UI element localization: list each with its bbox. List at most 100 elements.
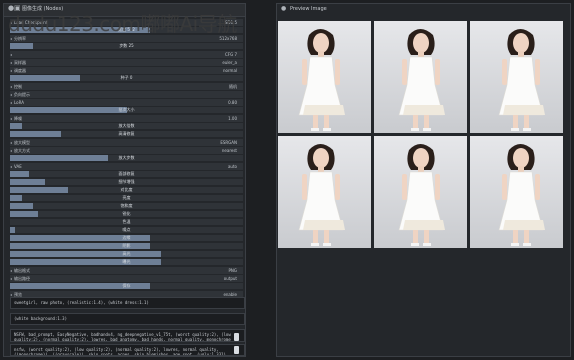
slider-widget[interactable]: 曝光: [10, 259, 243, 265]
slider-widget[interactable]: 亮度: [10, 195, 243, 201]
widget-label: 降噪: [14, 116, 22, 121]
widget-label: 负向提示: [14, 92, 30, 97]
slider-widget[interactable]: 放大倍数: [10, 123, 243, 129]
widget-value: output: [223, 276, 237, 281]
left-arrow-icon[interactable]: ◂: [10, 83, 12, 90]
widget-value: ESRGAN: [220, 140, 237, 145]
slider-widget[interactable]: 高光: [10, 251, 243, 257]
slider-label: 噪点: [122, 227, 131, 232]
widget-label: 控制: [14, 84, 22, 89]
widget-label: VAE: [14, 164, 22, 169]
left-arrow-icon[interactable]: ◂: [10, 115, 12, 122]
widget-label: 放大模型: [14, 140, 30, 145]
generated-image[interactable]: [278, 136, 371, 248]
slider-widget[interactable]: 边缘: [10, 235, 243, 241]
slider-widget[interactable]: 饱和度: [10, 203, 243, 209]
slider-widget[interactable]: 批次大小: [10, 107, 243, 113]
left-arrow-icon[interactable]: ◂: [10, 99, 12, 106]
slider-label: 色温: [122, 219, 131, 224]
preview-panel: ● Preview Image: [276, 3, 571, 357]
slider-widget[interactable]: 高清修复: [10, 131, 243, 137]
widget-label: 采样器: [14, 60, 26, 65]
left-arrow-icon[interactable]: ◂: [10, 139, 12, 146]
negative-prompt-text: NSFW, bad_prompt, EasyNegative, badhandv…: [14, 332, 231, 342]
positive-prompt-field[interactable]: sweetgirl, raw photo, (realistic:1.4), (…: [10, 297, 245, 309]
slider-label: 对比度: [120, 187, 133, 192]
select-widget[interactable]: ◂ 负向提示: [10, 91, 243, 98]
slider-widget[interactable]: 放大步数: [10, 155, 243, 161]
select-widget[interactable]: ◂ 调度器 normal: [10, 67, 243, 74]
generated-image[interactable]: [374, 136, 467, 248]
select-widget[interactable]: ◂ 控制 随机: [10, 83, 243, 90]
select-widget[interactable]: ◂ 放大方式 nearest: [10, 147, 243, 154]
slider-widget[interactable]: 阴影: [10, 243, 243, 249]
slider-widget[interactable]: 色温: [10, 219, 243, 225]
slider-label: 高光: [122, 251, 131, 256]
slider-widget[interactable]: 锐化: [10, 211, 243, 217]
prompt-field-2[interactable]: (white background:1.3): [10, 313, 245, 325]
select-widget[interactable]: ◂ LoRA 0.80: [10, 99, 243, 106]
widget-value: 0.80: [228, 100, 237, 105]
slider-label: 细节增强: [118, 179, 135, 184]
slider-widget[interactable]: 对比度: [10, 187, 243, 193]
select-widget[interactable]: ◂ 输出格式 PNG: [10, 267, 243, 274]
slider-label: 放大步数: [118, 155, 135, 160]
image-grid: [277, 19, 570, 251]
slider-label: 放大倍数: [118, 123, 135, 128]
slider-label: 保存: [122, 283, 131, 288]
negative-prompt-text-2: nsfw, (worst quality:2), (low quality:2)…: [14, 347, 229, 356]
slider-label: 饱和度: [120, 203, 133, 208]
left-arrow-icon[interactable]: ◂: [10, 267, 12, 274]
slider-widget[interactable]: 细节增强: [10, 179, 243, 185]
select-widget[interactable]: ◂ 采样器 euler_a: [10, 59, 243, 66]
select-widget[interactable]: ◂ VAE auto: [10, 163, 243, 170]
select-widget[interactable]: ◂ 放大模型 ESRGAN: [10, 139, 243, 146]
scroll-handle[interactable]: [234, 333, 239, 341]
widget-value: auto: [227, 164, 237, 169]
slider-widget[interactable]: 保存: [10, 283, 243, 289]
scroll-handle-2[interactable]: [234, 346, 239, 354]
slider-widget[interactable]: 步数 25: [10, 43, 243, 49]
collapse-icon[interactable]: ●: [281, 5, 286, 12]
watermark-logo: dudu123.com嘟嘟Ai导航: [8, 12, 237, 36]
slider-widget[interactable]: 种子 0: [10, 75, 243, 81]
slider-label: 面部修复: [118, 171, 135, 176]
widget-value: PNG: [228, 268, 237, 273]
left-arrow-icon[interactable]: ◂: [10, 59, 12, 66]
widget-label: 输出路径: [14, 276, 30, 281]
generated-image[interactable]: [470, 21, 563, 133]
left-arrow-icon[interactable]: ◂: [10, 147, 12, 154]
preview-title: Preview Image: [290, 6, 327, 12]
widget-value: 1.00: [228, 116, 237, 121]
left-arrow-icon[interactable]: ◂: [10, 275, 12, 282]
left-arrow-icon[interactable]: ◂: [10, 51, 12, 58]
slider-label: 边缘: [122, 235, 131, 240]
select-widget[interactable]: ◂ CFG 7: [10, 51, 243, 58]
widget-value: CFG 7: [224, 52, 237, 57]
widget-label: 输出格式: [14, 268, 30, 273]
widget-value: normal: [222, 68, 237, 73]
slider-widget[interactable]: 面部修复: [10, 171, 243, 177]
slider-label: 种子 0: [120, 75, 133, 80]
slider-widget[interactable]: 噪点: [10, 227, 243, 233]
select-widget[interactable]: ◂ 输出路径 output: [10, 275, 243, 282]
negative-prompt-field-2[interactable]: nsfw, (worst quality:2), (low quality:2)…: [10, 344, 245, 356]
node-panel-left: ● ▣ 图像生成 (Nodes) ◂ Load Checkpoint SD1.5 宽度…: [3, 3, 246, 357]
generated-image[interactable]: [470, 136, 563, 248]
generated-image[interactable]: [374, 21, 467, 133]
generated-image[interactable]: [278, 21, 371, 133]
left-arrow-icon[interactable]: ◂: [10, 163, 12, 170]
slider-label: 锐化: [122, 211, 131, 216]
widget-value: nearest: [221, 148, 237, 153]
select-widget[interactable]: ◂ 降噪 1.00: [10, 115, 243, 122]
slider-label: 步数 25: [119, 43, 134, 48]
widget-value: 随机: [229, 84, 237, 89]
slider-label: 高清修复: [118, 131, 135, 136]
widget-label: 调度器: [14, 68, 26, 73]
slider-label: 亮度: [122, 195, 131, 200]
negative-prompt-field[interactable]: NSFW, bad_prompt, EasyNegative, badhandv…: [10, 329, 245, 342]
slider-label: 曝光: [122, 259, 131, 264]
left-arrow-icon[interactable]: ◂: [10, 67, 12, 74]
left-arrow-icon[interactable]: ◂: [10, 91, 12, 98]
slider-label: 批次大小: [118, 107, 135, 112]
